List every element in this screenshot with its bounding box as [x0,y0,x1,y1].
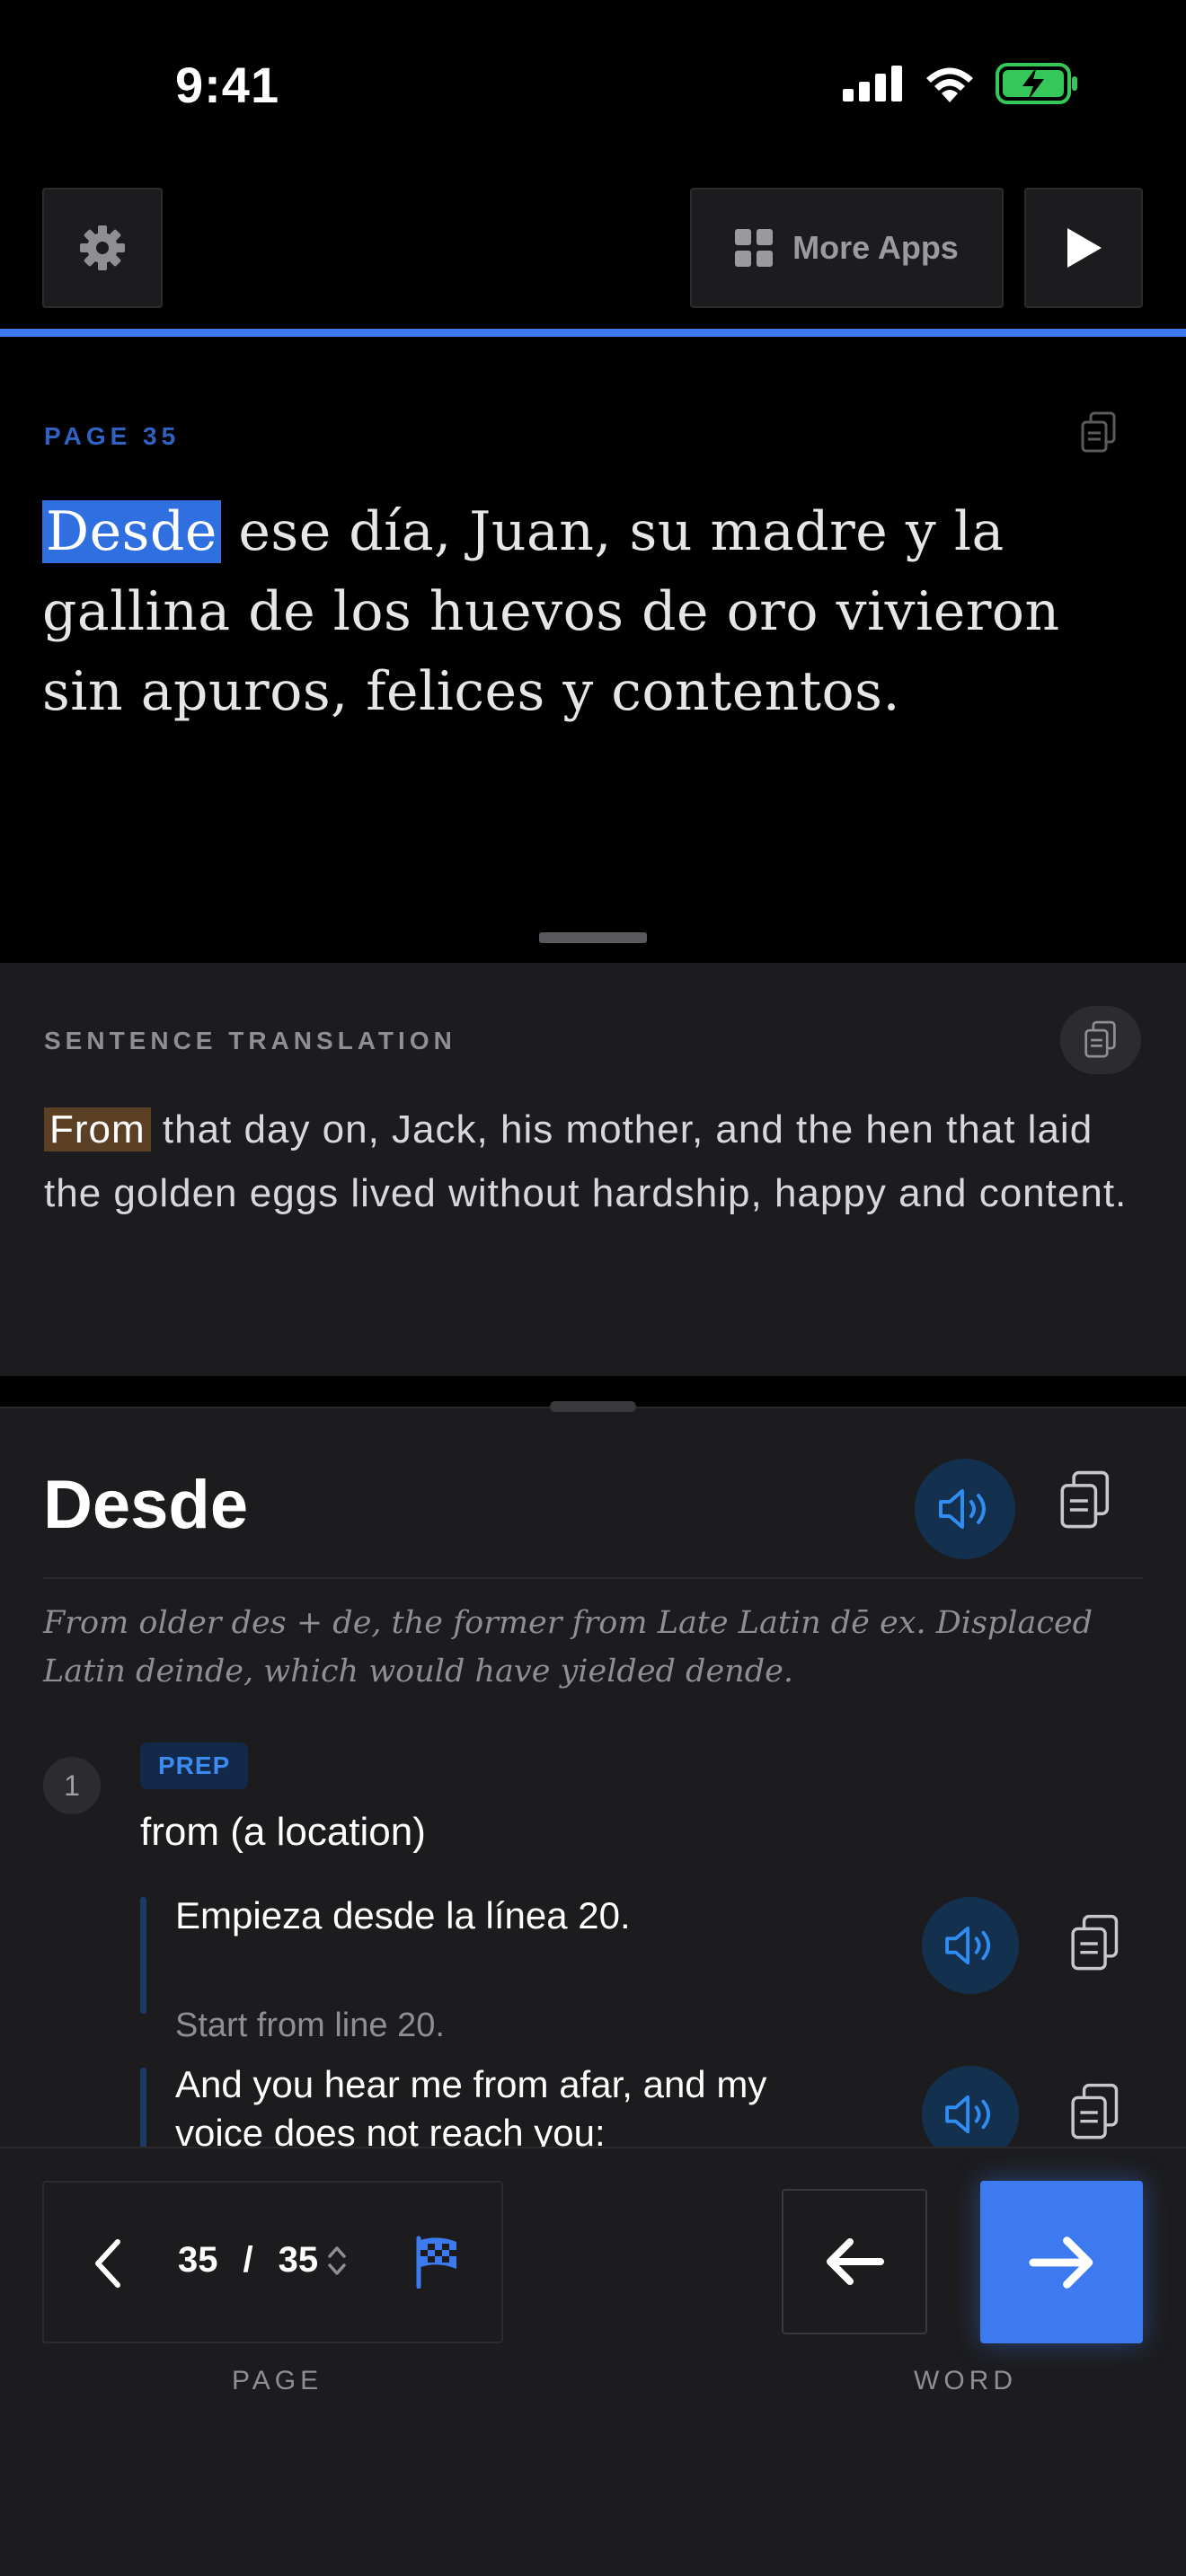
chevron-up-down-icon [328,2245,346,2275]
translation-label: SENTENCE TRANSLATION [44,1027,456,1054]
dictionary-word: Desde [43,1467,249,1543]
dictionary-divider [43,1577,1143,1579]
copy-translation-button[interactable] [1060,1006,1141,1074]
cellular-signal-icon [843,66,902,101]
play-button[interactable] [1024,188,1143,308]
word-caption: WORD [914,2366,1017,2395]
more-apps-button[interactable]: More Apps [690,188,1004,308]
example-sentence: Empieza desde la línea 20. [175,1894,631,1936]
speak-example-button[interactable] [922,1897,1019,1994]
checkered-flag-icon [416,2236,456,2289]
copy-page-button[interactable] [1080,411,1118,459]
speaker-icon [939,1489,986,1529]
chevron-left-icon [95,2239,120,2288]
gear-icon [80,225,125,270]
copy-example-button[interactable] [1069,2082,1121,2148]
grid-apps-icon [735,229,774,267]
translation-highlighted-word: From [44,1107,151,1151]
more-apps-label: More Apps [792,229,959,266]
reading-progress-bar [0,329,1186,337]
part-of-speech-badge: PREP [140,1742,249,1789]
next-word-button[interactable] [980,2181,1143,2343]
play-icon [1067,228,1102,268]
copy-word-button[interactable] [1058,1469,1112,1537]
translation-rest: that day on, Jack, his mother, and the h… [44,1107,1128,1215]
speaker-icon [945,2095,991,2134]
page-picker[interactable]: 35 / 35 [178,2240,347,2280]
example-quote-bar [140,2068,146,2148]
wifi-icon [926,67,973,102]
last-page-flag-button[interactable] [413,2235,462,2293]
copy-icon [1071,2083,1119,2139]
status-icons [843,63,1078,104]
page-separator: / [243,2240,253,2280]
etymology-text: From older des + de, the former from Lat… [43,1605,1093,1689]
settings-button[interactable] [42,188,163,308]
arrow-left-icon [827,2238,884,2285]
copy-icon [1081,411,1116,453]
previous-page-button[interactable] [81,2228,135,2299]
arrow-right-icon [1028,2236,1093,2289]
total-pages: 35 [278,2240,319,2280]
panel-drag-handle[interactable] [539,932,647,943]
sentence-translation: From that day on, Jack, his mother, and … [44,1098,1149,1225]
previous-word-button[interactable] [782,2189,927,2334]
example-translation: Start from line 20. [175,2007,445,2044]
example-quote-bar [140,1897,146,2014]
copy-icon [1071,1914,1119,1971]
page-label: PAGE 35 [44,422,181,450]
copy-icon [1084,1020,1116,1058]
current-page-number: 35 [178,2240,218,2280]
copy-icon [1060,1470,1110,1529]
copy-example-button[interactable] [1069,1913,1121,1979]
speaker-icon [945,1926,991,1965]
battery-charging-icon [996,63,1077,104]
sense-gloss: from (a location) [140,1810,426,1854]
sense-number: 1 [43,1757,101,1814]
example-sentence: And you hear me from afar, and my voice … [175,2063,767,2154]
selected-word[interactable]: Desde [42,500,221,563]
page-caption: PAGE [232,2366,323,2395]
speak-word-button[interactable] [915,1459,1015,1559]
dictionary-drag-handle[interactable] [550,1401,636,1412]
source-sentence[interactable]: Desde ese día, Juan, su madre y la galli… [42,492,1138,732]
status-time: 9:41 [175,57,280,113]
